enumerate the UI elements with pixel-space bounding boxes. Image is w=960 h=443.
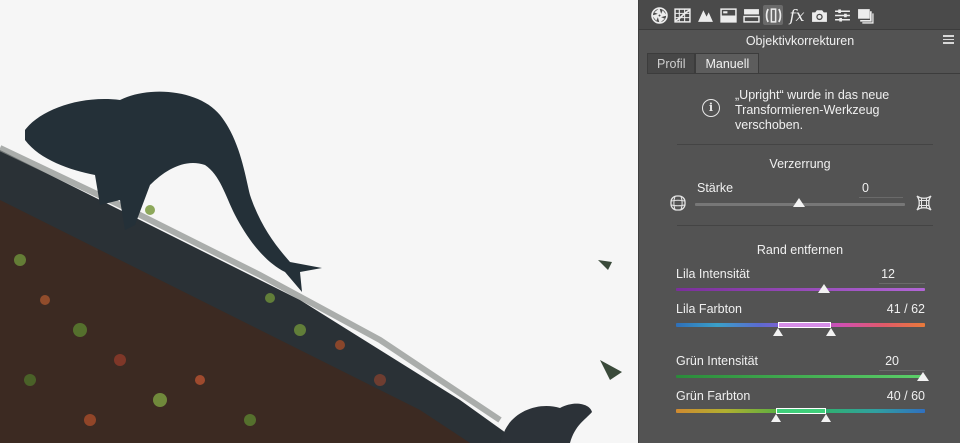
upright-info-message: „Upright“ wurde in das neue Transformier…	[735, 88, 935, 133]
purple-amount-slider-track[interactable]	[676, 288, 925, 291]
lens-tabs: Profil Manuell	[647, 53, 760, 74]
green-hue-label: Grün Farbton	[676, 389, 751, 403]
green-hue-range[interactable]	[776, 408, 826, 414]
snapshots-icon[interactable]	[855, 5, 875, 25]
panel-title: Objektivkorrekturen	[745, 34, 855, 48]
lens-corrections-icon[interactable]	[763, 5, 783, 25]
green-amount-label: Grün Intensität	[676, 354, 758, 368]
info-line: verschoben.	[735, 118, 804, 132]
green-hue-right-thumb[interactable]	[821, 414, 831, 422]
photo-canvas	[0, 91, 622, 443]
green-amount-slider-track[interactable]	[676, 375, 925, 378]
purple-hue-range[interactable]	[778, 322, 831, 328]
tab-underline	[647, 73, 960, 74]
camera-calibration-icon[interactable]	[809, 5, 829, 25]
purple-amount-slider-thumb[interactable]	[818, 284, 830, 293]
purple-hue-left-thumb[interactable]	[773, 328, 783, 336]
aperture-icon[interactable]	[649, 5, 669, 25]
tone-curve-icon[interactable]	[672, 5, 692, 25]
green-amount-value[interactable]: 20	[863, 354, 899, 368]
pincushion-distortion-icon[interactable]	[915, 194, 933, 212]
green-hue-value[interactable]: 40 / 60	[855, 389, 925, 403]
develop-panel: fx Objektivkorrekturen Profil Manuell i …	[638, 0, 960, 443]
purple-amount-value-underline	[879, 283, 925, 284]
strength-slider-thumb[interactable]	[793, 198, 805, 207]
hsl-icon[interactable]	[718, 5, 738, 25]
distortion-title: Verzerrung	[769, 157, 831, 171]
barrel-distortion-icon[interactable]	[669, 194, 687, 212]
green-amount-slider-thumb[interactable]	[917, 372, 929, 381]
split-toning-icon[interactable]	[741, 5, 761, 25]
info-line: „Upright“ wurde in das neue	[735, 88, 890, 102]
info-line: Transformieren-Werkzeug	[735, 103, 880, 117]
presets-icon[interactable]	[832, 5, 852, 25]
green-amount-value-underline	[879, 370, 925, 371]
divider	[677, 225, 933, 226]
photo-preview	[0, 0, 638, 443]
purple-amount-label: Lila Intensität	[676, 267, 750, 281]
tab-profil[interactable]: Profil	[647, 53, 696, 74]
strength-value-underline	[859, 197, 903, 198]
panel-menu-icon[interactable]	[943, 35, 954, 44]
purple-hue-right-thumb[interactable]	[826, 328, 836, 336]
detail-icon[interactable]	[695, 5, 715, 25]
info-icon: i	[702, 99, 720, 117]
purple-hue-value[interactable]: 41 / 62	[855, 302, 925, 316]
divider	[677, 144, 933, 145]
defringe-title: Rand entfernen	[756, 243, 844, 257]
purple-amount-value[interactable]: 12	[859, 267, 895, 281]
green-hue-left-thumb[interactable]	[771, 414, 781, 422]
effects-icon[interactable]: fx	[787, 5, 807, 25]
purple-hue-label: Lila Farbton	[676, 302, 743, 316]
strength-label: Stärke	[697, 181, 734, 195]
panel-toolbar: fx	[639, 0, 960, 30]
strength-value[interactable]: 0	[839, 181, 869, 195]
tab-manuell[interactable]: Manuell	[695, 53, 760, 74]
